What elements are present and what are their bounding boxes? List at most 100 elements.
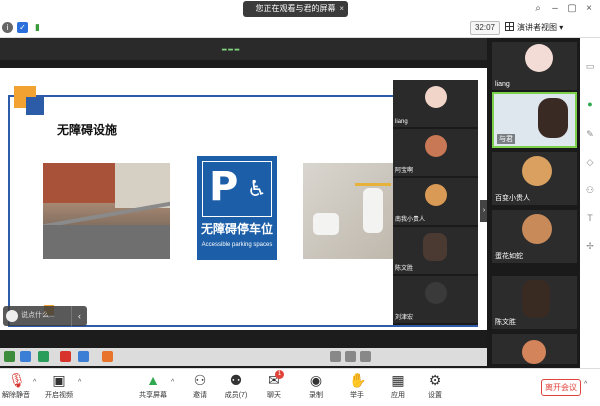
invite-button[interactable]: ⚇ 邀请 [188, 372, 212, 406]
chat-unread-badge: 1 [275, 370, 284, 379]
sign-chinese-text: 无障碍停车位 [200, 222, 273, 236]
accessible-parking-sign: P ♿ 无障碍停车位 Accessible parking spaces [197, 156, 277, 260]
signal-strength-icon[interactable]: ▮ [32, 22, 43, 33]
ramp-floor [43, 225, 170, 259]
slide-title: 无障碍设施 [57, 123, 118, 137]
avatar [522, 156, 552, 186]
apps-button[interactable]: ▦ 应用 [386, 372, 410, 406]
maximize-icon[interactable]: ▢ [565, 2, 579, 16]
annotate-icon[interactable]: ✎ [584, 128, 596, 140]
chevron-up-icon[interactable]: ^ [78, 379, 81, 386]
grab-bar [355, 183, 391, 186]
meeting-app-window: 您正在观看与君的屏幕 × ⌕ – ▢ × i ✓ ▮ 32:07 演讲者视图 ▾… [0, 0, 600, 406]
unmute-button[interactable]: 🎙 解除静音 [0, 372, 32, 406]
minimize-icon[interactable]: – [548, 2, 562, 16]
participant-name: 刘津宏 [395, 315, 414, 321]
text-icon[interactable]: T [584, 212, 596, 224]
shield-icon[interactable]: ✓ [17, 22, 28, 33]
share-indicator-icon: ▂ ▂ ▂ [222, 45, 240, 51]
viewing-screen-banner: 您正在观看与君的屏幕 × [243, 1, 348, 17]
control-label: 开启视频 [45, 392, 73, 399]
collapse-arrow-icon[interactable]: ‹ [71, 306, 87, 326]
close-banner-icon[interactable]: × [339, 1, 344, 17]
participant-name: 阿宝啊 [395, 168, 414, 174]
settings-button[interactable]: ⚙ 设置 [423, 372, 447, 406]
leave-meeting-button[interactable]: 离开会议 [541, 379, 581, 396]
app-icon [20, 351, 31, 362]
video-gallery: liang 与君 百变小贵人 蛋花如蛇 陈文胜 [487, 38, 580, 368]
toilet [313, 213, 339, 235]
control-label: 录制 [309, 392, 323, 399]
chat-input-bubble[interactable]: 说点什么... ‹ [3, 306, 87, 326]
gallery-tile-active[interactable]: 与君 [492, 92, 577, 148]
sign-symbol-panel: P ♿ [202, 161, 272, 217]
avatar [525, 44, 553, 72]
participant-name: 陈文胜 [395, 266, 414, 272]
microphone-muted-icon: 🎙 [8, 372, 26, 388]
gallery-tile[interactable]: 蛋花如蛇 [492, 210, 577, 263]
pin-icon[interactable]: ⌕ [531, 2, 545, 16]
meeting-timer: 32:07 [470, 21, 500, 35]
strip-tile[interactable]: 刘津宏 [393, 276, 478, 323]
strip-tile[interactable]: 南我小贵人 [393, 178, 478, 225]
tray-icon [360, 351, 371, 362]
chat-bubble-icon[interactable]: ● [584, 98, 596, 110]
participant-name: 南我小贵人 [395, 217, 426, 223]
control-label: 应用 [391, 392, 405, 399]
chat-placeholder: 说点什么... [21, 312, 55, 319]
urinal [363, 188, 383, 233]
chevron-up-icon[interactable]: ^ [171, 379, 174, 386]
gallery-tile[interactable]: liang [492, 42, 577, 90]
avatar [425, 135, 447, 157]
share-screen-button[interactable]: ▲ 共享屏幕 [136, 372, 170, 406]
gallery-tile[interactable]: 百变小贵人 [492, 152, 577, 205]
record-icon: ◉ [309, 372, 323, 388]
share-screen-icon: ▲ [146, 372, 160, 388]
settings-icon: ⚙ [428, 372, 442, 388]
chevron-up-icon[interactable]: ^ [584, 381, 587, 388]
decor-blue-square [26, 97, 44, 115]
parking-letter: P [209, 164, 239, 210]
participant-name: liang [395, 119, 408, 125]
building-wall [115, 163, 170, 208]
strip-tile[interactable]: 阿宝啊 [393, 129, 478, 176]
share-status-bar: ▂ ▂ ▂ [0, 38, 487, 60]
avatar [522, 214, 552, 244]
avatar [425, 282, 447, 304]
chevron-up-icon[interactable]: ^ [33, 379, 36, 386]
close-icon[interactable]: × [582, 2, 596, 16]
start-video-button[interactable]: ▣ 开启视频 [42, 372, 76, 406]
record-button[interactable]: ◉ 录制 [304, 372, 328, 406]
participant-name: 陈文胜 [495, 319, 516, 326]
info-icon[interactable]: i [2, 22, 13, 33]
meeting-controls: 🎙 解除静音 ^ ▣ 开启视频 ^ ▲ 共享屏幕 ^ ⚇ 邀请 ⚉ 成员(7) … [0, 368, 600, 406]
gallery-tile[interactable]: 陈文胜 [492, 276, 577, 329]
right-sidebar: ▭ ● ✎ ◇ ⚇ T ✢ [580, 38, 600, 368]
strip-tile[interactable]: liang [393, 80, 478, 127]
avatar [425, 184, 447, 206]
raise-hand-button[interactable]: ✋ 举手 [345, 372, 369, 406]
cross-icon[interactable]: ✢ [584, 240, 596, 252]
gallery-tile[interactable] [492, 334, 577, 364]
whiteboard-icon[interactable]: ▭ [584, 60, 596, 72]
speaker-view-button[interactable]: 演讲者视图 ▾ [505, 21, 573, 35]
participant-name: 与君 [497, 134, 515, 144]
app-icon [60, 351, 71, 362]
accessible-toilet-photo [303, 163, 393, 259]
app-icon [4, 351, 15, 362]
video-off-icon: ▣ [52, 372, 66, 388]
invite-icon: ⚇ [193, 372, 207, 388]
box-icon[interactable]: ◇ [584, 156, 596, 168]
title-bar: 您正在观看与君的屏幕 × ⌕ – ▢ × [0, 0, 600, 18]
people-icon[interactable]: ⚇ [584, 184, 596, 196]
participants-icon: ⚉ [229, 372, 243, 388]
avatar [425, 86, 447, 108]
shared-video-strip: liang 阿宝啊 南我小贵人 陈文胜 刘津宏 [393, 80, 478, 325]
participants-button[interactable]: ⚉ 成员(7) [222, 372, 250, 406]
meeting-toolbar: i ✓ ▮ 32:07 演讲者视图 ▾ [0, 18, 600, 38]
strip-tile[interactable]: 陈文胜 [393, 227, 478, 274]
grid-layout-icon [505, 22, 514, 31]
participant-name: liang [495, 81, 510, 88]
raise-hand-icon: ✋ [349, 372, 367, 388]
sign-english-text: Accessible parking spaces [201, 242, 273, 248]
